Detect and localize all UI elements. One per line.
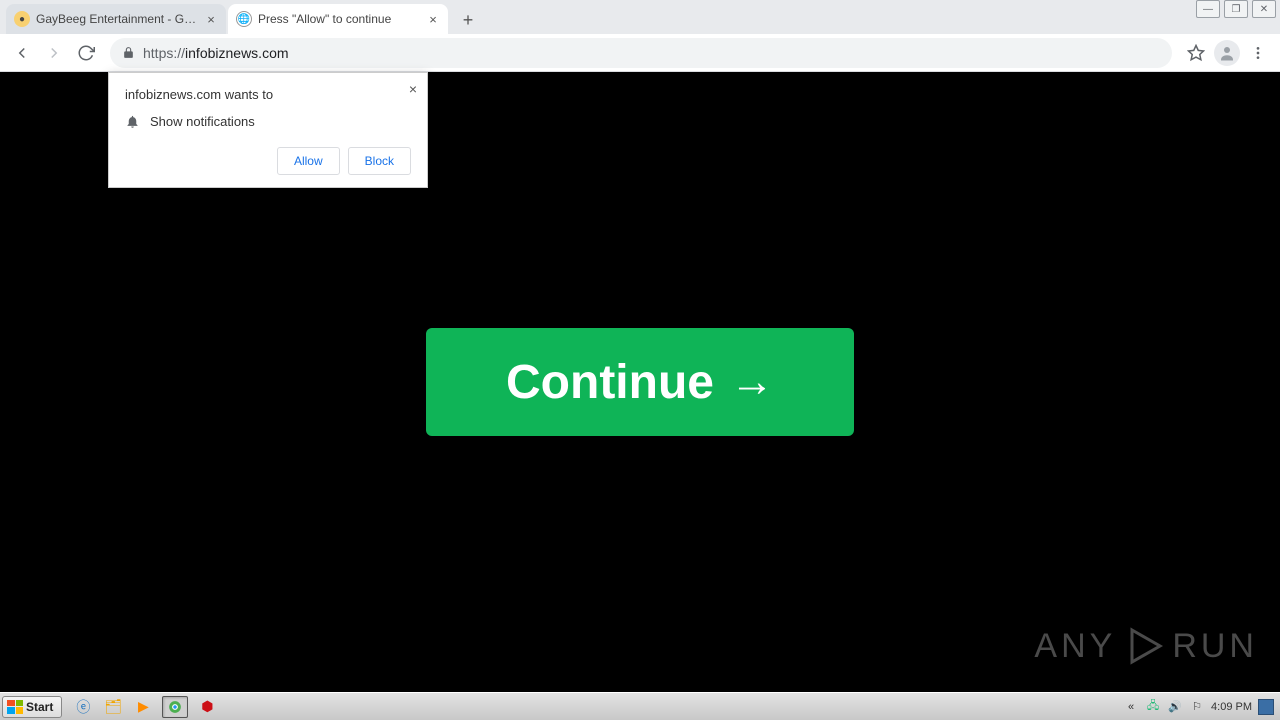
taskbar: Start ⓔ 🗂 ▶ ⬢ « 🖧 🔊 ⚐ 4:09 PM: [0, 692, 1280, 720]
play-icon: [1124, 626, 1164, 666]
window-close-button[interactable]: ✕: [1252, 0, 1276, 18]
opera-icon[interactable]: ⬢: [196, 697, 218, 717]
dialog-close-icon[interactable]: ×: [409, 81, 417, 97]
globe-icon: 🌐: [236, 11, 252, 27]
allow-button[interactable]: Allow: [277, 147, 340, 175]
windows-flag-icon: [7, 700, 23, 714]
system-tray: « 🖧 🔊 ⚐ 4:09 PM: [1123, 699, 1278, 715]
network-icon[interactable]: 🖧: [1145, 699, 1161, 715]
forward-button[interactable]: [40, 39, 68, 67]
notification-permission-dialog: × infobiznews.com wants to Show notifica…: [108, 72, 428, 188]
page-content: Continue → × infobiznews.com wants to Sh…: [0, 72, 1280, 692]
address-bar[interactable]: https://infobiznews.com: [110, 38, 1172, 68]
show-desktop-button[interactable]: [1258, 699, 1274, 715]
tab-title: Press "Allow" to continue: [258, 12, 420, 26]
bookmark-star-icon[interactable]: [1182, 39, 1210, 67]
menu-button[interactable]: [1244, 39, 1272, 67]
tab-strip: ● GayBeeg Entertainment - Gay Porn E × 🌐…: [0, 0, 1280, 34]
ie-icon[interactable]: ⓔ: [72, 697, 94, 717]
minimize-button[interactable]: —: [1196, 0, 1220, 18]
tab-close-icon[interactable]: ×: [204, 12, 218, 26]
dialog-origin: infobiznews.com wants to: [125, 87, 411, 102]
profile-avatar[interactable]: [1214, 40, 1240, 66]
browser-window: ● GayBeeg Entertainment - Gay Porn E × 🌐…: [0, 0, 1280, 692]
window-controls: — ❐ ✕: [1196, 0, 1276, 18]
lock-icon: [122, 46, 135, 59]
watermark: ANY RUN: [1034, 626, 1258, 666]
reload-button[interactable]: [72, 39, 100, 67]
tab-title: GayBeeg Entertainment - Gay Porn E: [36, 12, 198, 26]
explorer-icon[interactable]: 🗂: [102, 697, 124, 717]
new-tab-button[interactable]: +: [454, 6, 482, 34]
start-button[interactable]: Start: [2, 696, 62, 718]
continue-button[interactable]: Continue →: [426, 328, 854, 436]
dialog-request-text: Show notifications: [150, 114, 255, 129]
url-text: https://infobiznews.com: [143, 45, 289, 61]
flag-icon[interactable]: ⚐: [1189, 699, 1205, 715]
quick-launch: ⓔ 🗂 ▶ ⬢: [72, 696, 218, 718]
continue-label: Continue: [506, 355, 714, 410]
chrome-taskbar-button[interactable]: [162, 696, 188, 718]
start-label: Start: [26, 700, 53, 714]
bell-icon: [125, 114, 140, 129]
favicon-0: ●: [14, 11, 30, 27]
watermark-left: ANY: [1034, 627, 1116, 666]
block-button[interactable]: Block: [348, 147, 411, 175]
tab-1[interactable]: 🌐 Press "Allow" to continue ×: [228, 4, 448, 34]
maximize-button[interactable]: ❐: [1224, 0, 1248, 18]
arrow-right-icon: →: [730, 357, 774, 407]
toolbar: https://infobiznews.com: [0, 34, 1280, 72]
media-player-icon[interactable]: ▶: [132, 697, 154, 717]
watermark-right: RUN: [1172, 627, 1258, 666]
tab-close-icon[interactable]: ×: [426, 12, 440, 26]
volume-icon[interactable]: 🔊: [1167, 699, 1183, 715]
tab-0[interactable]: ● GayBeeg Entertainment - Gay Porn E ×: [6, 4, 226, 34]
back-button[interactable]: [8, 39, 36, 67]
taskbar-clock[interactable]: 4:09 PM: [1211, 701, 1252, 713]
tray-expand-icon[interactable]: «: [1123, 699, 1139, 715]
